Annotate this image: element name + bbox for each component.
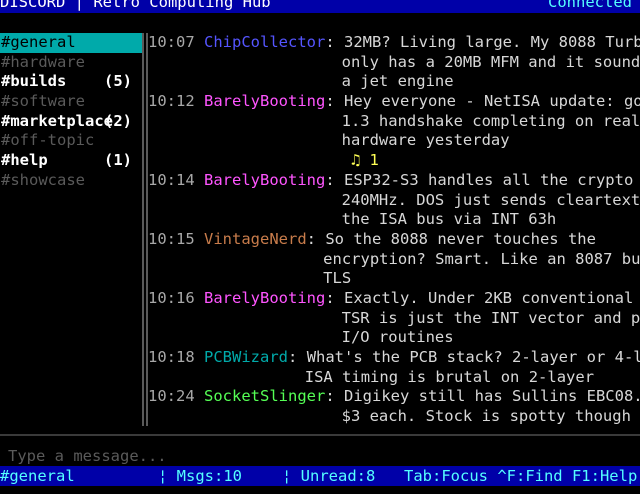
channel-item-showcase[interactable]: #showcase bbox=[0, 171, 142, 191]
unread-count-badge: (2) bbox=[104, 111, 132, 130]
message-continuation-line: 1.3 handshake completing on real bbox=[148, 112, 640, 132]
message-author[interactable]: SocketSlinger bbox=[204, 387, 325, 405]
message-continuation-line: ISA timing is brutal on 2-layer bbox=[148, 368, 640, 388]
message-item[interactable]: 10:07 ChipCollector: 32MB? Living large.… bbox=[148, 33, 640, 92]
channel-label: #off-topic bbox=[1, 131, 95, 150]
message-continuation-line: $3 each. Stock is spotty though bbox=[148, 407, 640, 426]
status-bar: #general ¦ Msgs:10 ¦ Unread:8 Tab:Focus … bbox=[0, 466, 640, 486]
message-text: only has a 20MB MFM and it sounds like bbox=[341, 52, 640, 71]
channel-label: #showcase bbox=[1, 170, 85, 189]
channel-list: #general #hardware #builds (5) #software #mar… bbox=[0, 33, 142, 425]
message-item[interactable]: 10:14 BarelyBooting: ESP32-S3 handles al… bbox=[148, 171, 640, 230]
message-continuation-line: TLS bbox=[148, 269, 640, 289]
message-author[interactable]: VintageNerd bbox=[204, 230, 307, 248]
unread-count-badge: (5) bbox=[104, 72, 132, 91]
composer-divider bbox=[0, 434, 640, 436]
message-continuation-line: I/O routines bbox=[148, 328, 640, 348]
channel-item-marketplace[interactable]: #marketplace (2) bbox=[0, 112, 142, 132]
app-title: DISCORD | Retro Computing Hub bbox=[0, 0, 271, 11]
message-text: 240MHz. DOS just sends cleartext over bbox=[341, 190, 640, 209]
message-text: 32MB? Living large. My 8088 Turbo XT bbox=[344, 33, 640, 51]
message-text: So the 8088 never touches the bbox=[325, 229, 596, 248]
message-header-line: 10:07 ChipCollector: 32MB? Living large.… bbox=[148, 33, 640, 53]
channel-item-off-topic[interactable]: #off-topic bbox=[0, 131, 142, 151]
message-text: Hey everyone - NetISA update: got TLS bbox=[344, 92, 640, 111]
status-channel: #general bbox=[0, 467, 75, 485]
channel-item-help[interactable]: #help (1) bbox=[0, 151, 142, 171]
message-continuation-line: 240MHz. DOS just sends cleartext over bbox=[148, 191, 640, 211]
message-continuation-line: TSR is just the INT vector and port bbox=[148, 309, 640, 329]
message-header-line: 10:12 BarelyBooting: Hey everyone - NetI… bbox=[148, 92, 640, 112]
message-text: TSR is just the INT vector and port bbox=[341, 308, 640, 327]
message-header-line: 10:15 VintageNerd: So the 8088 never tou… bbox=[148, 229, 596, 248]
channel-item-software[interactable]: #software bbox=[0, 92, 142, 112]
connection-status: Connected bbox=[548, 0, 632, 11]
message-timestamp: 10:18 bbox=[148, 348, 195, 366]
message-timestamp: 10:07 bbox=[148, 33, 195, 51]
message-text: $3 each. Stock is spotty though bbox=[341, 407, 631, 426]
message-text: Digikey still has Sullins EBC08. Like bbox=[344, 387, 640, 406]
message-timestamp: 10:24 bbox=[148, 387, 195, 406]
channel-label: #help bbox=[1, 151, 48, 170]
message-timestamp: 10:14 bbox=[148, 170, 195, 189]
message-continuation-line: encryption? Smart. Like an 8087 but for bbox=[148, 250, 640, 270]
message-item[interactable]: 10:18 PCBWizard: What's the PCB stack? 2… bbox=[148, 348, 640, 387]
message-author[interactable]: BarelyBooting bbox=[204, 92, 325, 110]
message-text: a jet engine bbox=[341, 72, 454, 91]
message-author[interactable]: BarelyBooting bbox=[204, 171, 325, 189]
channel-label: #hardware bbox=[1, 52, 85, 71]
message-author[interactable]: ChipCollector bbox=[204, 33, 325, 51]
message-continuation-line: a jet engine bbox=[148, 72, 640, 92]
message-author[interactable]: PCBWizard bbox=[204, 348, 288, 366]
message-timestamp: 10:12 bbox=[148, 92, 195, 111]
message-text: the ISA bus via INT 63h bbox=[341, 210, 557, 229]
message-timestamp: 10:16 bbox=[148, 288, 195, 307]
title-bar: DISCORD | Retro Computing Hub Connected bbox=[0, 0, 640, 13]
message-input[interactable]: Type a message... bbox=[8, 447, 167, 467]
message-text: ISA timing is brutal on 2-layer bbox=[304, 367, 595, 386]
channel-label: #marketplace bbox=[1, 111, 113, 130]
message-text: 1.3 handshake completing on real bbox=[341, 111, 640, 130]
message-header-line: 10:18 PCBWizard: What's the PCB stack? 2… bbox=[148, 348, 640, 368]
message-text: What's the PCB stack? 2-layer or 4-layer… bbox=[306, 348, 640, 366]
message-item[interactable]: 10:12 BarelyBooting: Hey everyone - NetI… bbox=[148, 92, 640, 171]
message-text: TLS bbox=[323, 269, 352, 288]
message-text: encryption? Smart. Like an 8087 but for bbox=[323, 249, 640, 268]
message-continuation-line: hardware yesterday bbox=[148, 131, 640, 151]
message-text: ESP32-S3 handles all the crypto at bbox=[344, 170, 640, 189]
channel-item-builds[interactable]: #builds (5) bbox=[0, 72, 142, 92]
status-key-hints: Tab:Focus ^F:Find F1:Help ^Q: bbox=[404, 467, 638, 485]
message-author[interactable]: BarelyBooting bbox=[204, 289, 325, 307]
message-item[interactable]: 10:24 SocketSlinger: Digikey still has S… bbox=[148, 387, 640, 426]
message-item[interactable]: 10:16 BarelyBooting: Exactly. Under 2KB … bbox=[148, 289, 640, 348]
message-item[interactable]: 10:15 VintageNerd: So the 8088 never tou… bbox=[148, 230, 640, 289]
message-reaction[interactable]: ♫ 1 bbox=[148, 151, 640, 171]
channel-item-general[interactable]: #general bbox=[0, 33, 142, 53]
message-timestamp: 10:15 bbox=[148, 229, 195, 248]
channel-item-hardware[interactable]: #hardware bbox=[0, 53, 142, 73]
channel-label: #builds bbox=[1, 72, 67, 91]
status-unread-count: ¦ Unread:8 bbox=[282, 467, 376, 485]
unread-count-badge: (1) bbox=[104, 151, 132, 170]
message-continuation-line: only has a 20MB MFM and it sounds like bbox=[148, 53, 640, 73]
message-text: hardware yesterday bbox=[341, 131, 510, 150]
channel-label: #general bbox=[1, 33, 76, 51]
message-log[interactable]: 10:07 ChipCollector: 32MB? Living large.… bbox=[148, 33, 640, 426]
message-header-line: 10:24 SocketSlinger: Digikey still has S… bbox=[148, 387, 640, 407]
message-header-line: 10:14 BarelyBooting: ESP32-S3 handles al… bbox=[148, 171, 640, 191]
status-message-count: ¦ Msgs:10 bbox=[158, 467, 242, 485]
message-continuation-line: the ISA bus via INT 63h bbox=[148, 210, 640, 230]
channel-label: #software bbox=[1, 92, 85, 111]
message-text: I/O routines bbox=[341, 328, 454, 347]
message-text: Exactly. Under 2KB conventional RAM. bbox=[344, 288, 634, 307]
message-header-line: 10:16 BarelyBooting: Exactly. Under 2KB … bbox=[148, 289, 640, 309]
